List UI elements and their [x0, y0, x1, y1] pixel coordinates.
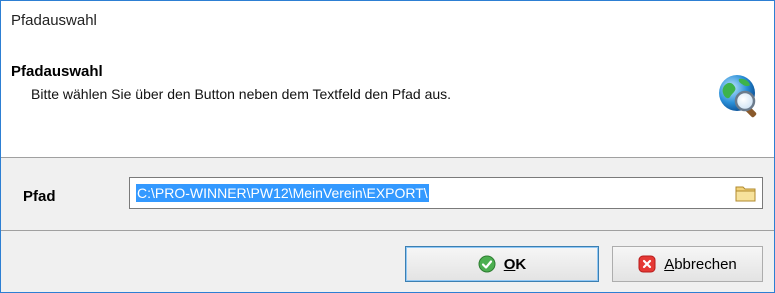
button-bar: OK Abbrechen — [1, 231, 774, 292]
folder-icon[interactable] — [734, 182, 758, 204]
cancel-x-icon — [638, 255, 656, 273]
globe-search-icon — [719, 75, 757, 118]
ok-button-label: OK — [503, 255, 527, 273]
dialog-window: Pfadauswahl Pfadauswahl Bitte wählen Sie… — [0, 0, 775, 293]
cancel-button[interactable]: Abbrechen — [612, 246, 763, 282]
path-panel: Pfad C:\PRO-WINNER\PW12\MeinVerein\EXPOR… — [1, 158, 774, 230]
window-title: Pfadauswahl — [11, 12, 97, 29]
path-input[interactable]: C:\PRO-WINNER\PW12\MeinVerein\EXPORT\ — [129, 177, 763, 209]
title-bar[interactable]: Pfadauswahl — [1, 1, 774, 41]
cancel-button-label: Abbrechen — [664, 255, 737, 273]
checkmark-icon — [478, 255, 496, 273]
header-title: Pfadauswahl — [11, 63, 103, 80]
dialog-header: Pfadauswahl Bitte wählen Sie über den Bu… — [1, 41, 774, 157]
header-subtitle: Bitte wählen Sie über den Button neben d… — [31, 86, 452, 102]
ok-button[interactable]: OK — [405, 246, 599, 282]
path-label: Pfad — [23, 188, 56, 205]
path-input-value[interactable]: C:\PRO-WINNER\PW12\MeinVerein\EXPORT\ — [136, 184, 429, 202]
